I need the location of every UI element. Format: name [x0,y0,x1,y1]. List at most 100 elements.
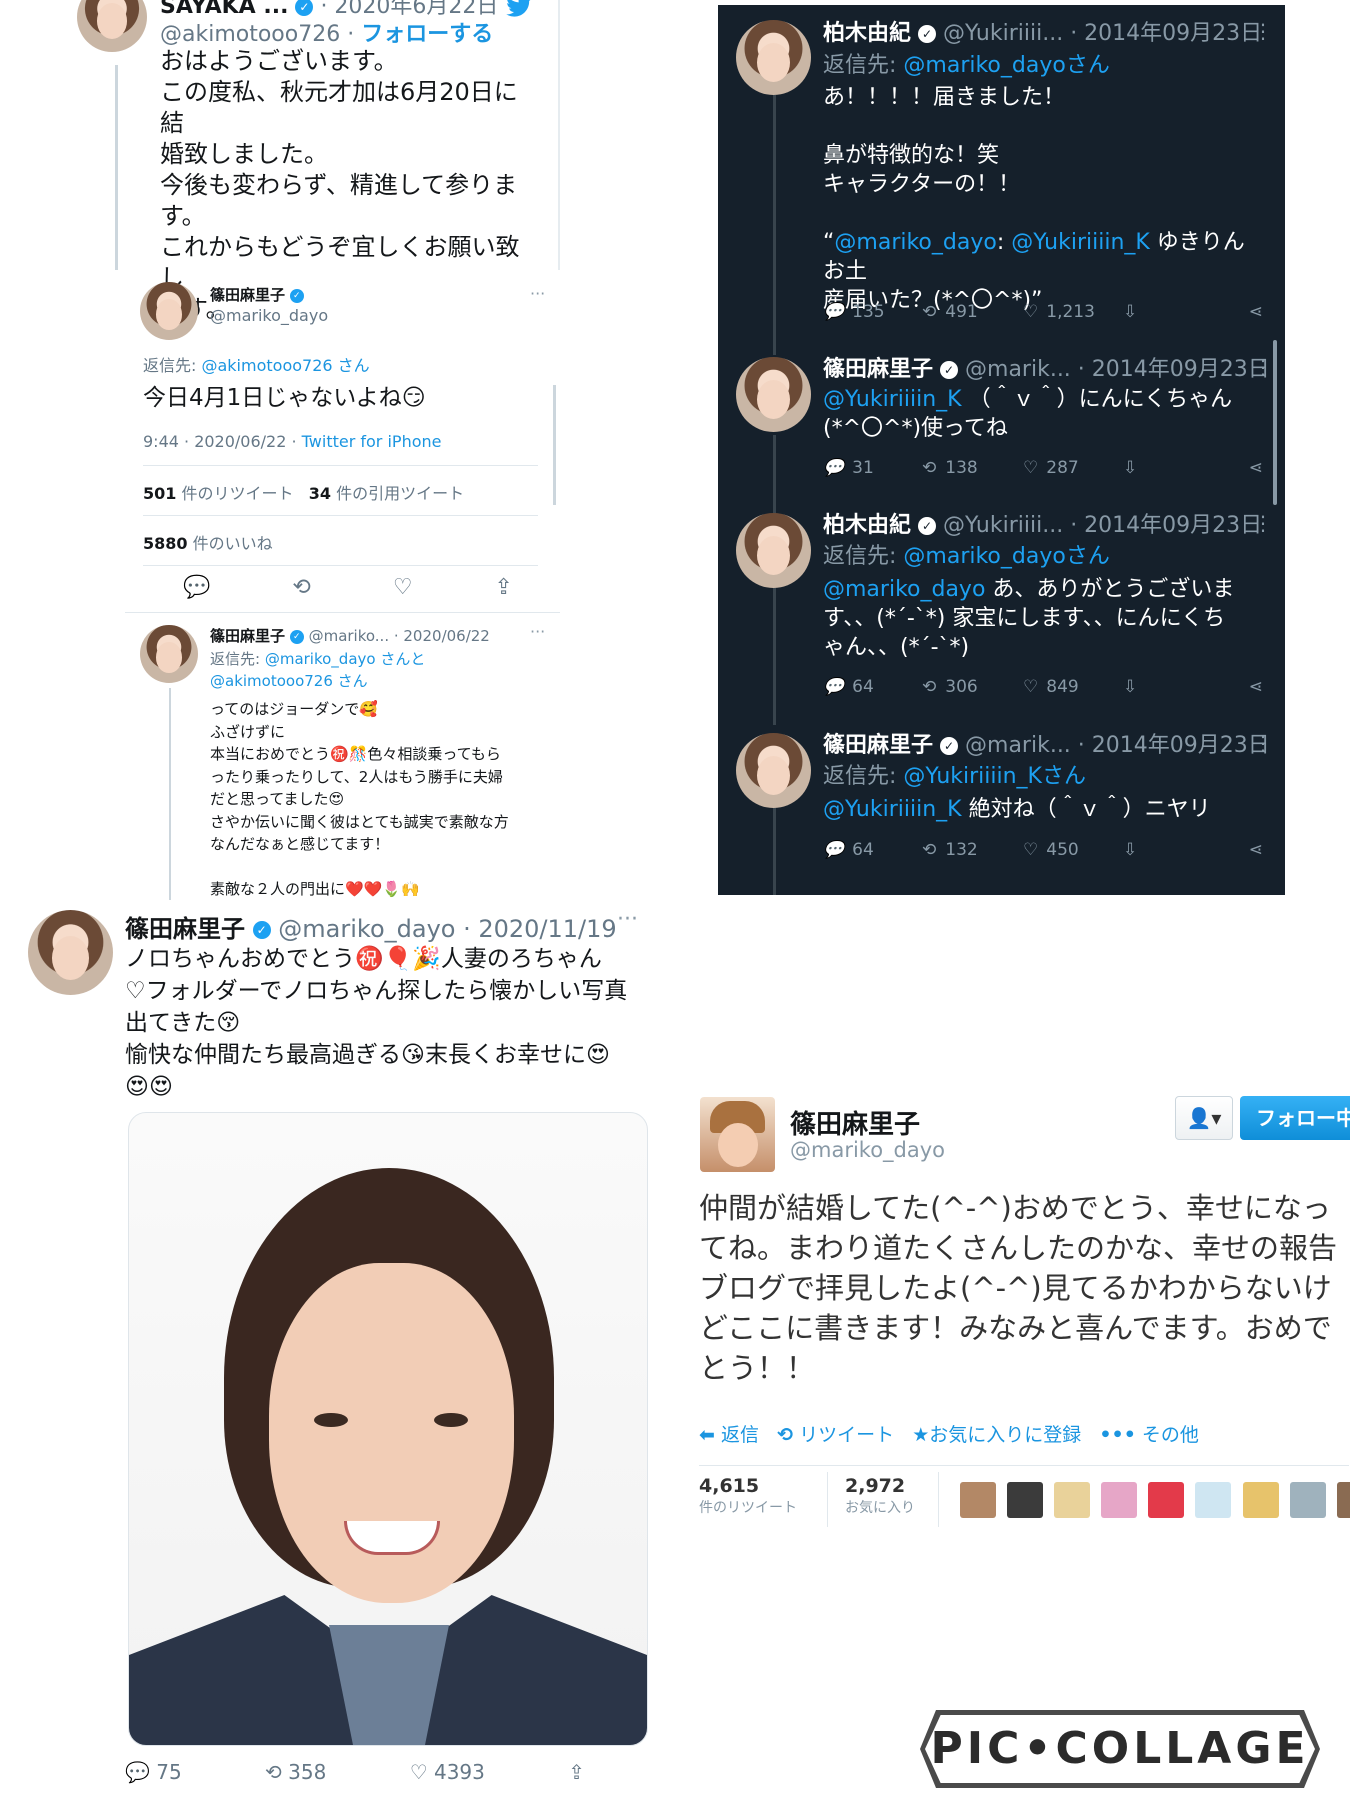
favorite-stat[interactable]: 2,972 お気に入り [845,1475,915,1517]
more-icon[interactable]: ··· [617,907,638,932]
avatar[interactable] [736,733,811,808]
share-icon[interactable]: ⇪ [495,575,513,600]
mention-link[interactable]: @mariko_dayo [823,577,985,602]
more-icon[interactable]: ⋮ [1253,511,1273,535]
mention-link[interactable]: @Yukiriiiin_K [823,387,962,412]
timestamp[interactable]: 9:44 · 2020/06/22 · [143,432,302,451]
more-link[interactable]: ••• その他 [1099,1424,1199,1446]
reply-button[interactable]: 💬 135 [823,302,923,322]
user-actions-button[interactable]: 👤▾ [1175,1096,1233,1140]
save-button[interactable]: ⇩ [1123,458,1223,478]
user-thumbnail[interactable] [1007,1482,1044,1518]
author-handle[interactable]: @mariko_dayo [790,1138,945,1162]
user-thumbnail[interactable] [1336,1482,1350,1518]
reply-to-link[interactable]: @Yukiriiiin_Kさん [903,764,1086,789]
like-button[interactable]: ♡ 1,213 [1023,302,1123,322]
more-icon[interactable]: ⋮ [1253,19,1273,43]
user-thumbnail[interactable] [1195,1482,1232,1518]
reply-to-link[interactable]: @akimotooo726 さん [201,356,369,375]
scrollbar[interactable] [553,385,556,505]
like-button[interactable]: ♡ 4393 [410,1760,485,1784]
tweet-meta[interactable]: @Yukiriiii... · 2014年09月23日 [943,21,1262,46]
author-name[interactable]: 篠田麻里子 [823,357,933,382]
client-link[interactable]: Twitter for iPhone [302,432,442,451]
avatar[interactable] [736,513,811,588]
author-name[interactable]: 篠田麻里子 [210,627,285,645]
user-thumbnail[interactable] [1101,1482,1138,1518]
share-button[interactable]: ⋖ [1249,840,1263,860]
avatar[interactable] [77,0,147,52]
tweet-meta[interactable]: @marik... · 2014年09月23日 [965,733,1270,758]
more-icon[interactable]: ⋮ [1253,355,1273,379]
favorite-link[interactable]: ★お気に入りに登録 [912,1424,1081,1446]
like-button[interactable]: ♡ 287 [1023,458,1123,478]
retweet-button[interactable]: ⟲ 132 [923,840,1023,860]
user-thumbnail[interactable] [960,1482,996,1518]
retweet-label: 件のリツイート [181,484,294,503]
user-thumbnail[interactable] [1148,1482,1185,1518]
like-count[interactable]: 5880 [143,534,188,553]
following-button[interactable]: フォロー中 [1240,1096,1350,1140]
author-name[interactable]: 篠田麻里子 [210,286,285,304]
mention-link[interactable]: @mariko_dayo [834,230,996,255]
save-button[interactable]: ⇩ [1123,677,1223,697]
retweet-button[interactable]: ⟲ 306 [923,677,1023,697]
author-handle[interactable]: @mariko_dayo [210,306,328,325]
reply-to-link[interactable]: @mariko_dayoさん [903,53,1109,78]
author-name[interactable]: 篠田麻里子 [125,915,245,943]
retweet-stat[interactable]: 4,615 件のリツイート [699,1475,797,1517]
avatar[interactable] [28,910,113,995]
mention-link[interactable]: @Yukiriiiin_K [823,797,962,822]
retweet-button[interactable]: ⟲ 138 [923,458,1023,478]
like-button[interactable]: ♡ 849 [1023,677,1123,697]
avatar[interactable] [700,1097,775,1172]
retweet-link[interactable]: ⟲ リツイート [777,1424,894,1446]
reply-button[interactable]: 💬 31 [823,458,923,478]
reply-to-link[interactable]: @mariko_dayo さんと [265,650,426,668]
like-button[interactable]: ♡ 450 [1023,840,1123,860]
avatar[interactable] [140,625,198,683]
reply-icon[interactable]: 💬 [183,575,210,600]
save-button[interactable]: ⇩ [1123,302,1223,322]
author-handle[interactable]: @akimotooo726 · [160,22,354,47]
reply-button[interactable]: 💬 64 [823,840,923,860]
mention-link[interactable]: @Yukiriiiin_K [1011,230,1150,255]
user-thumbnail[interactable] [1242,1482,1279,1518]
tweet-meta[interactable]: @Yukiriiii... · 2014年09月23日 [943,513,1262,538]
user-thumbnail[interactable] [1054,1482,1091,1518]
reply-button[interactable]: 💬 75 [125,1760,182,1784]
save-button[interactable]: ⇩ [1123,840,1223,860]
retweet-icon[interactable]: ⟲ [292,575,310,600]
tweet-meta[interactable]: @marik... · 2014年09月23日 [965,357,1270,382]
retweet-button[interactable]: ⟲ 491 [923,302,1023,322]
avatar[interactable] [736,20,811,95]
share-button[interactable]: ⋖ [1249,302,1263,322]
scrollbar[interactable] [1273,340,1277,505]
more-icon[interactable]: ··· [530,622,545,641]
like-icon[interactable]: ♡ [393,575,413,600]
more-icon[interactable]: ··· [530,284,545,303]
share-button[interactable]: ⇪ [568,1760,585,1784]
follow-link[interactable]: フォローする [361,22,493,47]
avatar[interactable] [140,282,198,340]
reply-link[interactable]: ⬅ 返信 [699,1424,759,1446]
share-button[interactable]: ⋖ [1249,677,1263,697]
author-handle[interactable]: @mariko_dayo · 2020/11/19 [278,915,616,943]
share-button[interactable]: ⋖ [1249,458,1263,478]
like-label: 件のいいね [192,534,273,553]
more-icon[interactable]: ⋮ [1253,731,1273,755]
quote-count[interactable]: 34 [309,484,331,503]
author-name[interactable]: 篠田麻里子 [790,1104,920,1141]
author-name[interactable]: 柏木由紀 [823,21,911,46]
reply-to-link[interactable]: @mariko_dayoさん [903,544,1109,569]
author-handle[interactable]: @mariko... · 2020/06/22 [309,627,490,645]
retweet-count[interactable]: 501 [143,484,176,503]
reply-button[interactable]: 💬 64 [823,677,923,697]
author-name[interactable]: 柏木由紀 [823,513,911,538]
reply-to-link[interactable]: @akimotooo726 さん [210,670,368,691]
author-name[interactable]: 篠田麻里子 [823,733,933,758]
avatar[interactable] [736,357,811,432]
tweet-photo[interactable] [128,1112,648,1746]
user-thumbnail[interactable] [1289,1482,1326,1518]
retweet-button[interactable]: ⟲ 358 [265,1760,326,1784]
